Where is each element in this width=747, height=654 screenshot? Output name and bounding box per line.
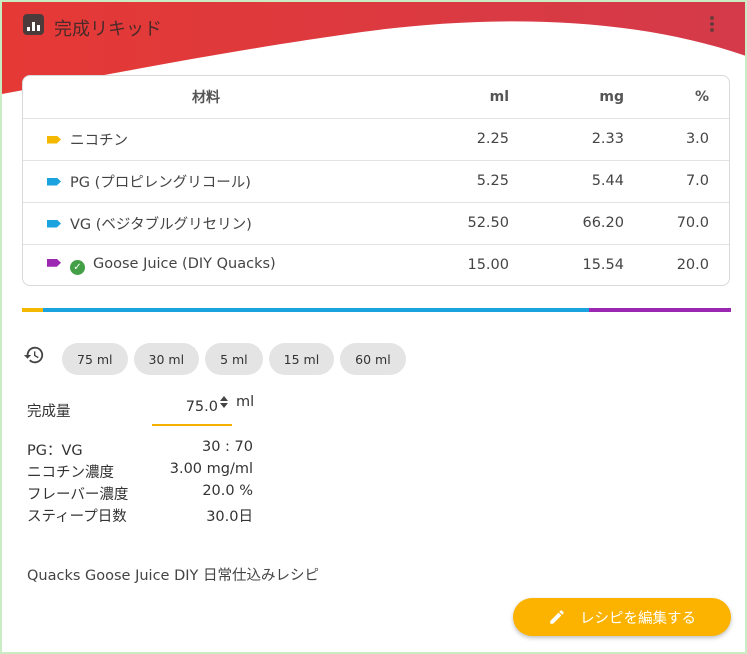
col-header-pct: % xyxy=(694,88,709,105)
ingredients-card: 材料 ml mg % ニコチン 2.25 2.33 3.0 PG (プロピレング… xyxy=(22,75,730,286)
stat-value-flavor: 20.0 % xyxy=(202,483,253,499)
stat-value-nicotine: 3.00 mg/ml xyxy=(169,461,253,477)
cell-ml: 2.25 xyxy=(389,117,509,160)
cell-mg: 15.54 xyxy=(509,243,624,285)
cell-pct: 3.0 xyxy=(624,117,729,160)
ingredient-name: PG (プロピレングリコール) xyxy=(70,174,251,191)
more-vert-icon[interactable] xyxy=(706,14,718,34)
table-row[interactable]: VG (ベジタブルグリセリン) 52.50 66.20 70.0 xyxy=(23,201,729,244)
pencil-icon xyxy=(550,610,564,624)
preset-chip-30[interactable]: 30 ml xyxy=(133,343,200,375)
cell-pct: 20.0 xyxy=(624,243,729,285)
table-row[interactable]: ✓ Goose Juice (DIY Quacks) 15.00 15.54 20… xyxy=(23,243,729,285)
tag-icon xyxy=(47,258,61,267)
tag-icon xyxy=(47,219,61,228)
edit-recipe-label: レシピを編集する xyxy=(580,610,696,627)
stat-label-nicotine: ニコチン濃度 xyxy=(27,465,114,481)
edit-recipe-button[interactable]: レシピを編集する xyxy=(513,598,731,636)
ingredient-name: ニコチン xyxy=(70,132,128,149)
preset-chip-5[interactable]: 5 ml xyxy=(205,343,263,375)
ratio-segment-flavor xyxy=(589,308,731,312)
tag-icon xyxy=(47,177,61,186)
table-row[interactable]: ニコチン 2.25 2.33 3.0 xyxy=(23,117,729,160)
tag-icon xyxy=(47,135,61,144)
stat-label-pg-vg: PG：VG xyxy=(27,443,83,459)
cell-mg: 5.44 xyxy=(509,159,624,202)
app-frame: 完成リキッド 材料 ml mg % ニコチン 2.25 2.33 3.0 PG … xyxy=(0,0,747,654)
cell-ml: 5.25 xyxy=(389,159,509,202)
ingredient-name: VG (ベジタブルグリセリン) xyxy=(70,216,252,233)
cell-ml: 52.50 xyxy=(389,201,509,244)
stat-label-steep: スティープ日数 xyxy=(27,509,127,525)
history-icon[interactable] xyxy=(23,344,45,366)
table-row[interactable]: PG (プロピレングリコール) 5.25 5.44 7.0 xyxy=(23,159,729,202)
check-circle-icon: ✓ xyxy=(70,259,85,275)
ratio-segment-base xyxy=(43,308,590,312)
ingredients-table: 材料 ml mg % ニコチン 2.25 2.33 3.0 PG (プロピレング… xyxy=(23,76,729,285)
recipe-description: Quacks Goose Juice DIY 日常仕込みレシピ xyxy=(27,568,319,584)
amount-stepper[interactable] xyxy=(218,394,230,410)
cell-mg: 66.20 xyxy=(509,201,624,244)
col-header-ml: ml xyxy=(489,88,509,105)
cell-pct: 7.0 xyxy=(624,159,729,202)
preset-chips: 75 ml 30 ml 5 ml 15 ml 60 ml xyxy=(62,343,406,375)
amount-unit: ml xyxy=(236,394,255,410)
preset-chip-75[interactable]: 75 ml xyxy=(62,343,128,375)
page-title: 完成リキッド xyxy=(54,19,162,40)
col-header-name: 材料 xyxy=(192,89,220,106)
ratio-bar xyxy=(22,308,731,312)
bar-chart-icon xyxy=(23,14,44,35)
table-header-row: 材料 ml mg % xyxy=(23,76,729,118)
cell-pct: 70.0 xyxy=(624,201,729,244)
cell-ml: 15.00 xyxy=(389,243,509,285)
stat-value-pg-vg: 30 : 70 xyxy=(201,439,253,455)
amount-label: 完成量 xyxy=(27,404,71,420)
preset-chip-60[interactable]: 60 ml xyxy=(340,343,406,375)
stat-label-flavor: フレーバー濃度 xyxy=(27,487,129,503)
ratio-segment-nicotine xyxy=(22,308,44,312)
ingredient-name: Goose Juice (DIY Quacks) xyxy=(93,255,276,272)
stat-value-steep: 30.0日 xyxy=(206,509,253,525)
preset-chip-15[interactable]: 15 ml xyxy=(268,343,335,375)
cell-mg: 2.33 xyxy=(509,117,624,160)
col-header-mg: mg xyxy=(599,88,624,105)
